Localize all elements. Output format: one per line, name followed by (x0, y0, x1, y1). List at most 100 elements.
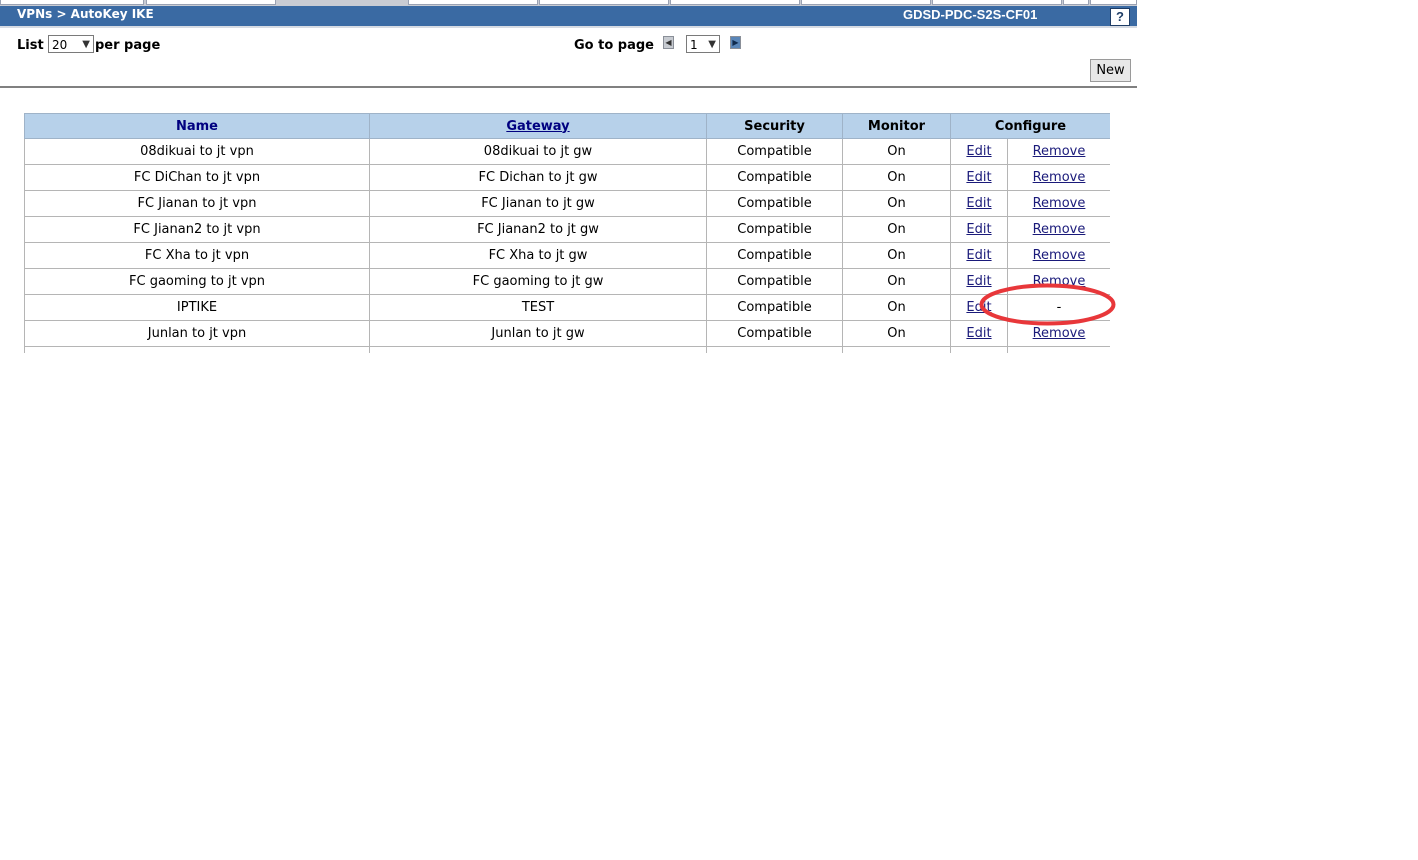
edit-link[interactable]: Edit (966, 274, 991, 289)
cell-gateway: FC Jianan2 to jt gw (369, 216, 707, 243)
cell-monitor: On (842, 190, 951, 217)
cell-gateway: TEST (369, 294, 707, 321)
per-page-select[interactable]: 20 ▼ (48, 35, 94, 53)
cell-edit: Edit (950, 242, 1008, 269)
cell-security: Compatible (706, 294, 843, 321)
remove-link[interactable]: Remove (1033, 274, 1086, 289)
tab-strip-segment[interactable] (408, 0, 538, 5)
column-header-monitor: Monitor (842, 113, 951, 139)
tab-strip-segment[interactable] (539, 0, 669, 5)
cell-gateway: FC Jianan to jt gw (369, 190, 707, 217)
tab-strip-segment[interactable] (670, 0, 800, 5)
tab-strip-segment[interactable] (801, 0, 931, 5)
tab-strip-segment[interactable] (1090, 0, 1137, 5)
tab-strip-segment[interactable] (1063, 0, 1089, 5)
cell-monitor: On (842, 138, 951, 165)
cell-name: 08dikuai to jt vpn (24, 138, 370, 165)
cell-gateway: FC Dichan to jt gw (369, 164, 707, 191)
edit-link[interactable]: Edit (966, 326, 991, 341)
device-name: GDSD-PDC-S2S-CF01 (903, 7, 1038, 22)
remove-link[interactable]: Remove (1033, 248, 1086, 263)
next-page-icon[interactable]: ▶ (730, 36, 741, 49)
help-icon[interactable]: ? (1110, 8, 1130, 26)
cell-remove: Remove (1007, 190, 1110, 217)
cell-name: Junlan to jt vpn (24, 320, 370, 347)
remove-link[interactable]: Remove (1033, 170, 1086, 185)
cell-monitor (842, 346, 951, 353)
cell-security: Compatible (706, 242, 843, 269)
edit-link[interactable]: Edit (966, 222, 991, 237)
cell-monitor: On (842, 164, 951, 191)
cell-edit: Edit (950, 164, 1008, 191)
cell-monitor: On (842, 216, 951, 243)
cell-name: FC Xha to jt vpn (24, 242, 370, 269)
prev-page-icon[interactable]: ◀ (663, 36, 674, 49)
table-row-partial (24, 346, 1110, 353)
column-header-gateway[interactable]: Gateway (369, 113, 707, 139)
cell-security (706, 346, 843, 353)
cell-monitor: On (842, 320, 951, 347)
cell-edit: Edit (950, 268, 1008, 295)
table-row: IPTIKE TEST Compatible On Edit - (24, 294, 1110, 321)
cell-security: Compatible (706, 216, 843, 243)
cell-monitor: On (842, 294, 951, 321)
remove-link[interactable]: Remove (1033, 222, 1086, 237)
cell-remove: Remove (1007, 242, 1110, 269)
list-controls: List 20 ▼ per page Go to page ◀ 1 ▼ ▶ Ne… (0, 28, 1137, 86)
chevron-down-icon: ▼ (708, 39, 716, 50)
cell-edit: Edit (950, 216, 1008, 243)
title-bar: VPNs > AutoKey IKE GDSD-PDC-S2S-CF01 ? (0, 6, 1137, 26)
cell-name (24, 346, 370, 353)
edit-link[interactable]: Edit (966, 144, 991, 159)
cell-security: Compatible (706, 164, 843, 191)
cell-remove: Remove (1007, 138, 1110, 165)
cell-edit: Edit (950, 190, 1008, 217)
vpn-table-container: Name Gateway Security Monitor Configure … (24, 113, 1110, 353)
cell-name: FC Jianan to jt vpn (24, 190, 370, 217)
cell-gateway: 08dikuai to jt gw (369, 138, 707, 165)
cell-edit: Edit (950, 138, 1008, 165)
cell-edit: Edit (950, 320, 1008, 347)
cell-remove-disabled: - (1007, 294, 1110, 321)
cell-name: FC Jianan2 to jt vpn (24, 216, 370, 243)
new-button[interactable]: New (1090, 59, 1131, 82)
table-row: FC gaoming to jt vpn FC gaoming to jt gw… (24, 268, 1110, 295)
cell-remove: Remove (1007, 268, 1110, 295)
edit-link[interactable]: Edit (966, 300, 991, 315)
page-select[interactable]: 1 ▼ (686, 35, 720, 53)
chevron-down-icon: ▼ (82, 39, 90, 50)
cell-monitor: On (842, 242, 951, 269)
tab-strip-segment[interactable] (932, 0, 1062, 5)
edit-link[interactable]: Edit (966, 170, 991, 185)
cell-security: Compatible (706, 190, 843, 217)
cell-security: Compatible (706, 320, 843, 347)
cell-security: Compatible (706, 138, 843, 165)
edit-link[interactable]: Edit (966, 248, 991, 263)
table-row: FC Xha to jt vpn FC Xha to jt gw Compati… (24, 242, 1110, 269)
goto-page-label: Go to page (574, 38, 654, 53)
remove-link[interactable]: Remove (1033, 196, 1086, 211)
column-header-configure: Configure (950, 113, 1110, 139)
divider (0, 86, 1137, 88)
cell-remove: Remove (1007, 320, 1110, 347)
sort-gateway-link[interactable]: Gateway (506, 119, 569, 134)
cell-remove: Remove (1007, 216, 1110, 243)
remove-link[interactable]: Remove (1033, 144, 1086, 159)
tab-strip-segment[interactable] (146, 0, 276, 5)
cell-remove (1007, 346, 1110, 353)
cell-edit (950, 346, 1008, 353)
list-label: List (17, 38, 44, 53)
remove-link[interactable]: Remove (1033, 326, 1086, 341)
table-row: FC DiChan to jt vpn FC Dichan to jt gw C… (24, 164, 1110, 191)
edit-link[interactable]: Edit (966, 196, 991, 211)
cell-gateway: FC gaoming to jt gw (369, 268, 707, 295)
table-row: FC Jianan to jt vpn FC Jianan to jt gw C… (24, 190, 1110, 217)
per-page-label: per page (95, 38, 161, 53)
breadcrumb: VPNs > AutoKey IKE (17, 7, 154, 21)
cell-name: FC gaoming to jt vpn (24, 268, 370, 295)
cell-gateway: FC Xha to jt gw (369, 242, 707, 269)
cell-remove: Remove (1007, 164, 1110, 191)
tab-strip-segment[interactable] (0, 0, 144, 5)
cell-monitor: On (842, 268, 951, 295)
table-header-row: Name Gateway Security Monitor Configure (24, 113, 1110, 139)
